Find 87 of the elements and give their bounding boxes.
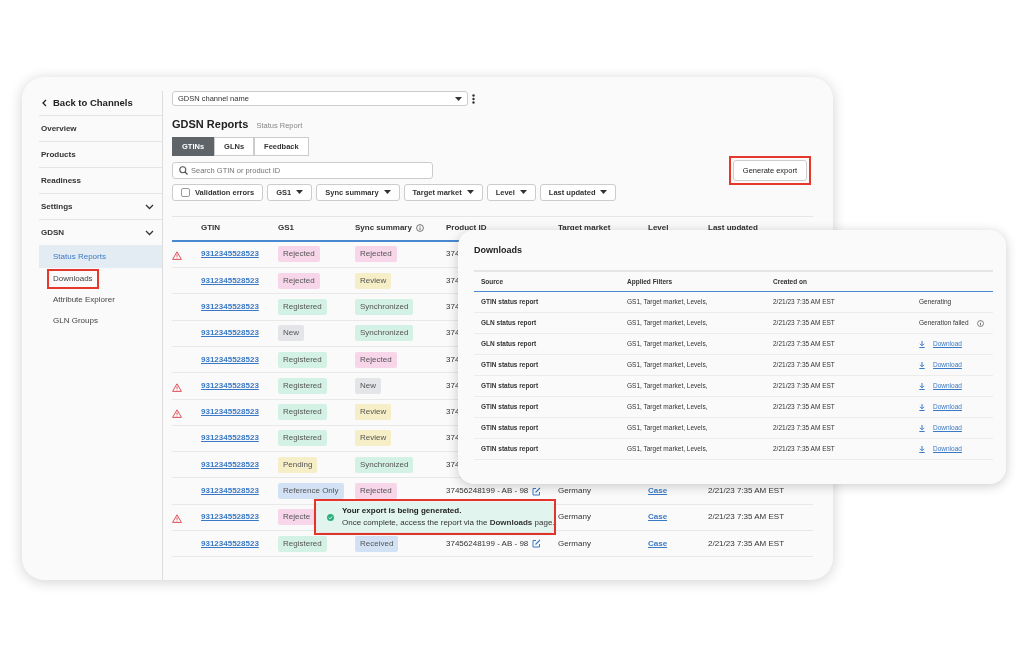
status-tag: Rejected (355, 351, 397, 368)
chevron-icon (145, 229, 154, 236)
gtin-link[interactable]: 9312345528523 (201, 537, 278, 550)
download-icon (919, 403, 925, 411)
gtin-link[interactable]: 9312345528523 (201, 353, 278, 366)
status-tag: Rejecte (278, 509, 316, 526)
status-tag: Rejected (355, 483, 397, 500)
status-tag: Received (355, 535, 399, 552)
gtin-link[interactable]: 9312345528523 (201, 327, 278, 340)
download-icon (919, 445, 925, 453)
gtin-link[interactable]: 9312345528523 (201, 432, 278, 445)
level-link[interactable]: Case (648, 485, 708, 498)
check-circle-icon (327, 513, 334, 521)
status-tag: Review (355, 430, 392, 447)
column-header: Sync summary (355, 222, 412, 235)
status-tag: Registered (278, 299, 327, 315)
status-tag: Review (355, 404, 392, 421)
sidebar-item[interactable]: Products (39, 141, 162, 167)
sidebar-subitem[interactable]: Status Reports (53, 251, 106, 261)
status-tag: Registered (278, 351, 327, 368)
panel-title: Downloads (474, 245, 522, 255)
table-cell-text: Germany (558, 537, 592, 550)
status-tag: Registered (278, 535, 327, 552)
sidebar-item[interactable]: Overview (39, 115, 162, 141)
download-icon (919, 340, 925, 348)
column-header: GS1 (278, 222, 295, 235)
info-icon (976, 319, 984, 327)
toast-title: Your export is being generated. (342, 505, 463, 517)
table-cell-text: Germany (558, 511, 592, 524)
status-tag: Synchronized (355, 299, 414, 315)
table-cell-text: 2/21/23 7:35 AM EST (708, 511, 786, 524)
level-link[interactable]: Case (648, 511, 708, 524)
table-cell-text: 2/21/23 7:35 AM EST (708, 485, 786, 498)
page-title: GDSN Reports (172, 117, 249, 132)
back-link[interactable]: Back to Channels (39, 91, 162, 115)
checkbox[interactable] (181, 187, 190, 197)
download-icon (919, 382, 925, 390)
download-icon (919, 361, 925, 369)
sidebar-item[interactable]: Settings (39, 193, 162, 219)
status-tag: Synchronized (355, 325, 414, 342)
status-tag: Registered (278, 377, 327, 394)
chevron-icon (145, 203, 154, 210)
status-tag: New (278, 325, 304, 342)
sidebar-item[interactable]: Readiness (39, 167, 162, 193)
download-icon (919, 424, 925, 432)
level-link[interactable]: Case (648, 537, 708, 550)
caret-icon (600, 190, 608, 195)
gtin-link[interactable]: 9312345528523 (201, 485, 278, 498)
status-tag: Reference Only (278, 483, 344, 500)
table-cell: 37456248199 - AB - 98 (446, 485, 529, 498)
gtin-link[interactable]: 9312345528523 (201, 301, 278, 313)
column-header: Level (648, 222, 670, 235)
status-tag: Registered (278, 404, 327, 421)
status-tag: Rejected (278, 272, 320, 289)
column-header: Product ID (446, 222, 488, 235)
status-tag: Review (355, 272, 392, 289)
status-tag: Rejected (278, 246, 320, 263)
table-cell-text: 2/21/23 7:35 AM EST (708, 537, 786, 550)
gtin-link[interactable]: 9312345528523 (201, 274, 278, 287)
table-cell-text: Germany (558, 485, 592, 498)
caret-icon (455, 96, 462, 101)
caret-icon (383, 190, 391, 195)
back-icon (42, 99, 47, 107)
gtin-link[interactable]: 9312345528523 (201, 379, 278, 392)
status-tag: Pending (278, 456, 318, 473)
edit-icon[interactable] (532, 486, 542, 496)
status-tag: Rejected (355, 246, 397, 263)
column-header: GTIN (201, 222, 222, 235)
status-tag: Registered (278, 430, 327, 447)
gtin-link[interactable]: 9312345528523 (201, 511, 278, 524)
status-tag: New (355, 377, 381, 394)
info-icon (415, 224, 424, 233)
caret-icon (296, 190, 304, 195)
caret-icon (466, 190, 474, 195)
status-tag: Synchronized (355, 456, 414, 473)
kebab-icon[interactable] (472, 93, 475, 104)
gtin-link[interactable]: 9312345528523 (201, 458, 278, 471)
table-cell: 37456248199 - AB - 98 (446, 537, 529, 550)
caret-icon (519, 190, 527, 195)
sidebar-subitem[interactable]: Attribute Explorer (53, 294, 115, 304)
edit-icon[interactable] (532, 539, 542, 549)
sidebar-subitem[interactable]: Downloads (53, 273, 93, 283)
column-header: Last updated (708, 222, 759, 235)
sidebar-subitem[interactable]: GLN Groups (53, 315, 98, 325)
gtin-link[interactable]: 9312345528523 (201, 248, 278, 261)
toast-message: Once complete, access the report via the Downloads page. (342, 517, 555, 529)
gtin-link[interactable]: 9312345528523 (201, 406, 278, 419)
